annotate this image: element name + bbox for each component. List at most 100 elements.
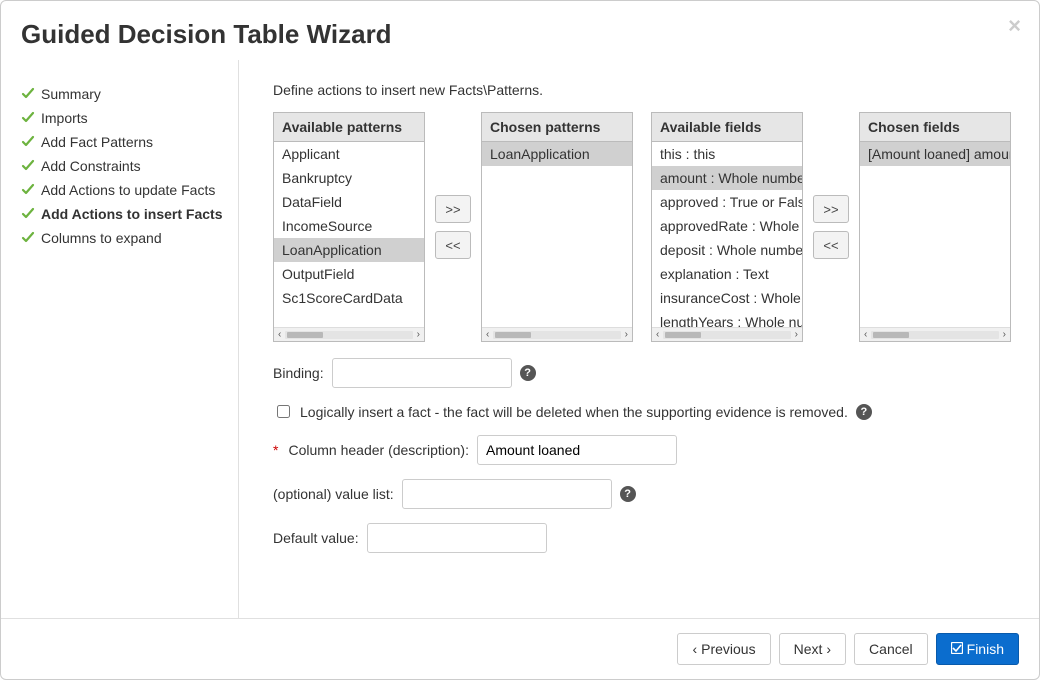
sidebar-step[interactable]: Add Fact Patterns (21, 130, 238, 154)
available-patterns-list[interactable]: ApplicantBankruptcyDataFieldIncomeSource… (274, 142, 424, 327)
check-icon (21, 111, 35, 125)
scroll-left-icon[interactable]: ‹ (862, 329, 869, 340)
scroll-left-icon[interactable]: ‹ (276, 329, 283, 340)
sidebar-step[interactable]: Add Actions to update Facts (21, 178, 238, 202)
check-icon (21, 159, 35, 173)
remove-pattern-button[interactable]: << (435, 231, 471, 259)
modal-footer: ‹ Previous Next › Cancel Finish (1, 618, 1039, 679)
list-item[interactable]: lengthYears : Whole number (652, 310, 802, 327)
next-button[interactable]: Next › (779, 633, 846, 665)
sidebar-step[interactable]: Summary (21, 82, 238, 106)
check-icon (21, 231, 35, 245)
hscrollbar[interactable]: ‹ › (274, 327, 424, 341)
page-title: Guided Decision Table Wizard (21, 19, 1019, 50)
binding-label: Binding: (273, 365, 324, 381)
list-item[interactable]: IncomeSource (274, 214, 424, 238)
hscrollbar[interactable]: ‹ › (482, 327, 632, 341)
check-icon (21, 87, 35, 101)
list-item[interactable]: [Amount loaned] amount (860, 142, 1010, 166)
logical-insert-checkbox[interactable] (277, 405, 290, 418)
scroll-right-icon[interactable]: › (415, 329, 422, 340)
list-item[interactable]: DataField (274, 190, 424, 214)
cancel-label: Cancel (869, 641, 913, 657)
close-icon[interactable]: × (1008, 15, 1021, 37)
sidebar-step[interactable]: Columns to expand (21, 226, 238, 250)
check-icon (21, 183, 35, 197)
chevron-right-icon: › (826, 641, 831, 657)
list-item[interactable]: approved : True or False (652, 190, 802, 214)
sidebar-step-label: Summary (41, 86, 101, 102)
list-item[interactable]: LoanApplication (482, 142, 632, 166)
list-item[interactable]: LoanApplication (274, 238, 424, 262)
sidebar-step[interactable]: Imports (21, 106, 238, 130)
binding-input[interactable] (332, 358, 512, 388)
remove-field-button[interactable]: << (813, 231, 849, 259)
logical-insert-label: Logically insert a fact - the fact will … (300, 404, 848, 420)
add-field-button[interactable]: >> (813, 195, 849, 223)
scroll-right-icon[interactable]: › (793, 329, 800, 340)
chosen-patterns-panel: Chosen patterns LoanApplication ‹ › (481, 112, 633, 342)
default-value-input[interactable] (367, 523, 547, 553)
field-transfer-buttons: >> << (803, 112, 859, 342)
help-icon[interactable]: ? (856, 404, 872, 420)
list-item[interactable]: Sc1ScoreCardData (274, 286, 424, 310)
sidebar-step-label: Add Constraints (41, 158, 141, 174)
help-icon[interactable]: ? (520, 365, 536, 381)
sidebar-step[interactable]: Add Constraints (21, 154, 238, 178)
instruction-text: Define actions to insert new Facts\Patte… (273, 82, 1039, 98)
list-item[interactable]: Applicant (274, 142, 424, 166)
check-icon (21, 135, 35, 149)
finish-button[interactable]: Finish (936, 633, 1019, 665)
available-fields-panel: Available fields this : thisamount : Who… (651, 112, 803, 342)
form-area: Binding: ? Logically insert a fact - the… (273, 358, 1039, 553)
pattern-transfer-buttons: >> << (425, 112, 481, 342)
sidebar-step[interactable]: Add Actions to insert Facts (21, 202, 238, 226)
value-list-input[interactable] (402, 479, 612, 509)
chosen-fields-list[interactable]: [Amount loaned] amount (860, 142, 1010, 327)
list-item[interactable]: amount : Whole number (652, 166, 802, 190)
required-marker: * (273, 442, 278, 458)
check-icon (951, 641, 963, 657)
sidebar-step-label: Imports (41, 110, 88, 126)
sidebar-step-label: Add Actions to update Facts (41, 182, 215, 198)
selector-panels: Available patterns ApplicantBankruptcyDa… (273, 112, 1039, 342)
default-value-label: Default value: (273, 530, 359, 546)
list-item[interactable]: deposit : Whole number (652, 238, 802, 262)
hscrollbar[interactable]: ‹ › (652, 327, 802, 341)
finish-label: Finish (967, 641, 1004, 657)
panel-header: Available fields (652, 113, 802, 142)
chevron-left-icon: ‹ (692, 641, 697, 657)
scroll-right-icon[interactable]: › (1001, 329, 1008, 340)
add-pattern-button[interactable]: >> (435, 195, 471, 223)
scroll-right-icon[interactable]: › (623, 329, 630, 340)
previous-label: Previous (701, 641, 755, 657)
hscrollbar[interactable]: ‹ › (860, 327, 1010, 341)
previous-button[interactable]: ‹ Previous (677, 633, 770, 665)
panel-header: Chosen fields (860, 113, 1010, 142)
next-label: Next (794, 641, 823, 657)
chosen-patterns-list[interactable]: LoanApplication (482, 142, 632, 327)
scroll-left-icon[interactable]: ‹ (654, 329, 661, 340)
column-header-input[interactable] (477, 435, 677, 465)
check-icon (21, 207, 35, 221)
cancel-button[interactable]: Cancel (854, 633, 928, 665)
list-item[interactable]: insuranceCost : Whole number (652, 286, 802, 310)
scroll-left-icon[interactable]: ‹ (484, 329, 491, 340)
help-icon[interactable]: ? (620, 486, 636, 502)
list-item[interactable]: OutputField (274, 262, 424, 286)
sidebar-step-label: Columns to expand (41, 230, 162, 246)
list-item[interactable]: explanation : Text (652, 262, 802, 286)
panel-header: Available patterns (274, 113, 424, 142)
sidebar-step-label: Add Fact Patterns (41, 134, 153, 150)
available-patterns-panel: Available patterns ApplicantBankruptcyDa… (273, 112, 425, 342)
sidebar-step-label: Add Actions to insert Facts (41, 206, 223, 222)
list-item[interactable]: approvedRate : Whole number (652, 214, 802, 238)
list-item[interactable]: Bankruptcy (274, 166, 424, 190)
wizard-sidebar: Summary Imports Add Fact Patterns Add Const… (21, 60, 239, 618)
available-fields-list[interactable]: this : thisamount : Whole numberapproved… (652, 142, 802, 327)
list-item[interactable]: this : this (652, 142, 802, 166)
chosen-fields-panel: Chosen fields [Amount loaned] amount ‹ › (859, 112, 1011, 342)
main-panel: Define actions to insert new Facts\Patte… (239, 60, 1039, 618)
modal-header: Guided Decision Table Wizard (1, 1, 1039, 60)
panel-header: Chosen patterns (482, 113, 632, 142)
